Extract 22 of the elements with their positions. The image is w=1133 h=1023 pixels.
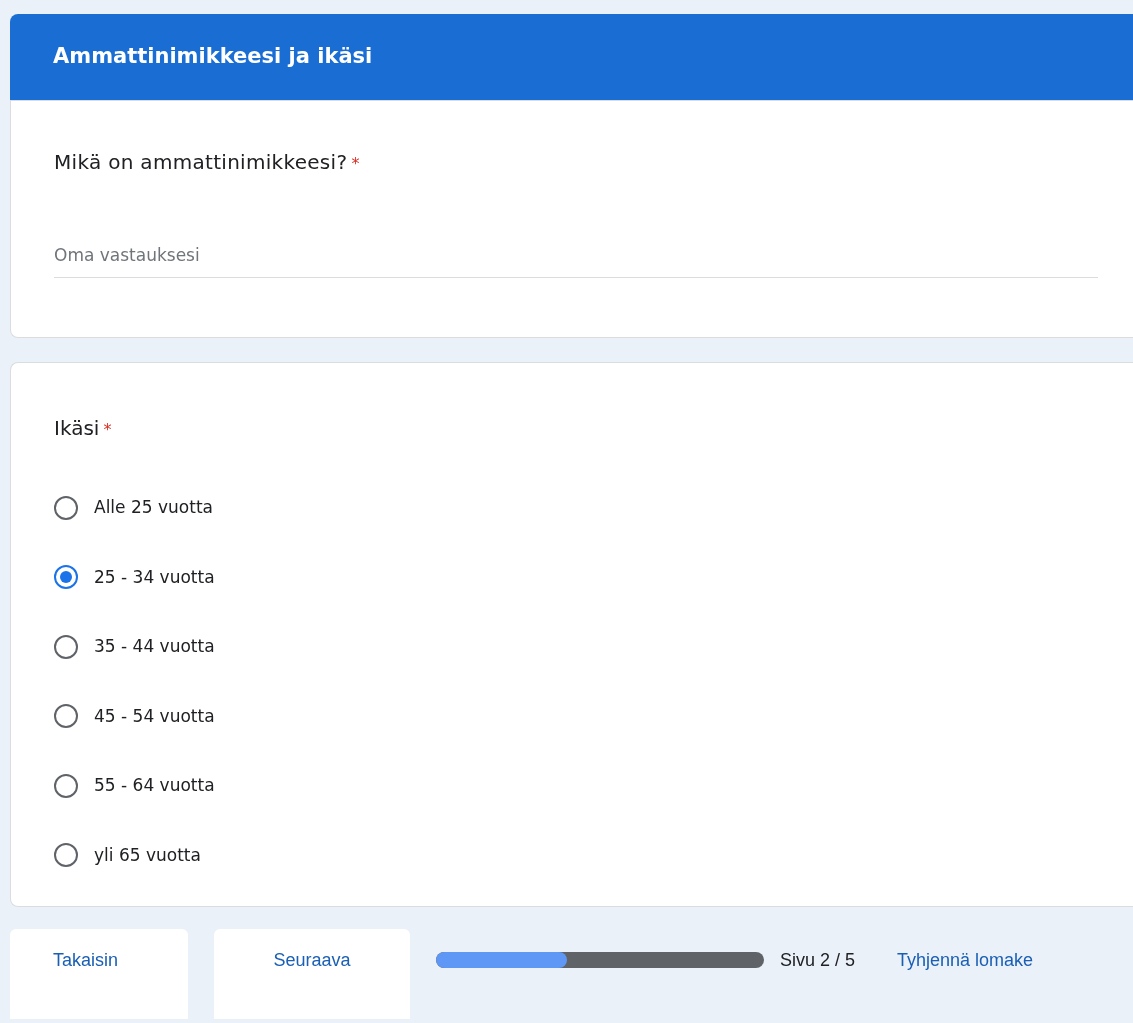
radio-button[interactable] (54, 495, 78, 520)
option-label: 35 - 44 vuotta (94, 635, 215, 658)
answer-field[interactable]: Oma vastauksesi (54, 243, 1098, 278)
radio-button[interactable] (54, 634, 78, 659)
option-label: 45 - 54 vuotta (94, 704, 215, 728)
question-label: Ikäsi (54, 415, 100, 442)
option-label: 55 - 64 vuotta (94, 774, 215, 797)
question-label: Mikä on ammattinimikkeesi? (54, 149, 348, 176)
next-button[interactable]: Seuraava (214, 929, 410, 1019)
option-label: Alle 25 vuotta (94, 496, 213, 519)
page-indicator: Sivu 2 / 5 (780, 948, 856, 972)
back-button[interactable]: Takaisin (10, 929, 188, 1019)
required-asterisk: * (351, 153, 360, 175)
radio-button[interactable] (54, 704, 78, 729)
section-title: Ammattinimikkeesi ja ikäsi (53, 43, 373, 71)
radio-button[interactable] (54, 773, 78, 798)
option-label: 25 - 34 vuotta (94, 565, 215, 589)
radio-button[interactable] (54, 565, 78, 590)
option-label: yli 65 vuotta (94, 843, 201, 867)
required-asterisk: * (103, 419, 112, 441)
radio-button[interactable] (54, 843, 78, 868)
clear-form-link[interactable]: Tyhjennä lomake (897, 946, 1034, 974)
